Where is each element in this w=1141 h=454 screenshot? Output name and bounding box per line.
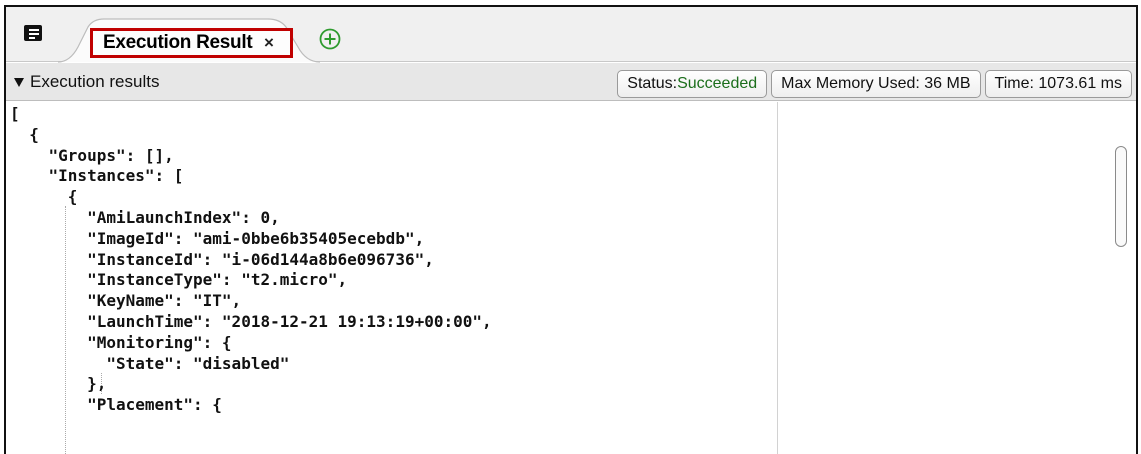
code-line: "LaunchTime": "2018-12-21 19:13:19+00:00… [10, 311, 492, 331]
code-line: "KeyName": "IT", [10, 291, 242, 311]
result-badges: Status: Succeeded Max Memory Used: 36 MB… [617, 70, 1132, 98]
status-label: Status: [627, 75, 678, 92]
tab-execution-result[interactable]: Execution Result × [90, 28, 293, 58]
editor-divider [777, 102, 778, 454]
code-editor[interactable]: [ { "Groups": [], "Instances": [ { "AmiL… [6, 102, 1136, 454]
lambda-console-panel: Execution Result × Execution results Sta… [4, 5, 1138, 454]
status-value: Succeeded [677, 75, 758, 92]
code-line: "AmiLaunchIndex": 0, [10, 207, 280, 227]
vertical-scrollbar[interactable] [1115, 146, 1127, 247]
code-line: "Placement": { [10, 395, 222, 415]
code-line: [ [10, 104, 20, 123]
code-line: { [10, 187, 78, 207]
time-badge: Time: 1073.61 ms [984, 70, 1132, 98]
code-line: }, [10, 374, 107, 394]
triangle-down-icon [14, 77, 24, 87]
tab-label: Execution Result [103, 32, 253, 53]
execution-results-toggle[interactable]: Execution results [14, 72, 159, 92]
results-title: Execution results [30, 72, 160, 91]
memory-badge: Max Memory Used: 36 MB [771, 70, 981, 98]
code-line: "Instances": [ [10, 166, 184, 186]
plus-circle-icon[interactable] [318, 27, 342, 51]
code-line: "Monitoring": { [10, 332, 232, 352]
panel-menu-icon[interactable] [23, 23, 43, 43]
code-line: "InstanceType": "t2.micro", [10, 270, 348, 290]
code-line: "Groups": [], [10, 145, 174, 165]
code-line: "InstanceId": "i-06d144a8b6e096736", [10, 249, 434, 269]
code-line: { [10, 124, 39, 144]
code-line: "ImageId": "ami-0bbe6b35405ecebdb", [10, 228, 425, 248]
code-line: "State": "disabled" [10, 353, 290, 373]
tab-bar: Execution Result × [6, 7, 1136, 63]
close-icon[interactable]: × [264, 33, 274, 53]
results-header: Execution results Status: Succeeded Max … [6, 63, 1136, 101]
json-output: [ { "Groups": [], "Instances": [ { "AmiL… [10, 104, 492, 416]
status-badge: Status: Succeeded [617, 70, 768, 98]
